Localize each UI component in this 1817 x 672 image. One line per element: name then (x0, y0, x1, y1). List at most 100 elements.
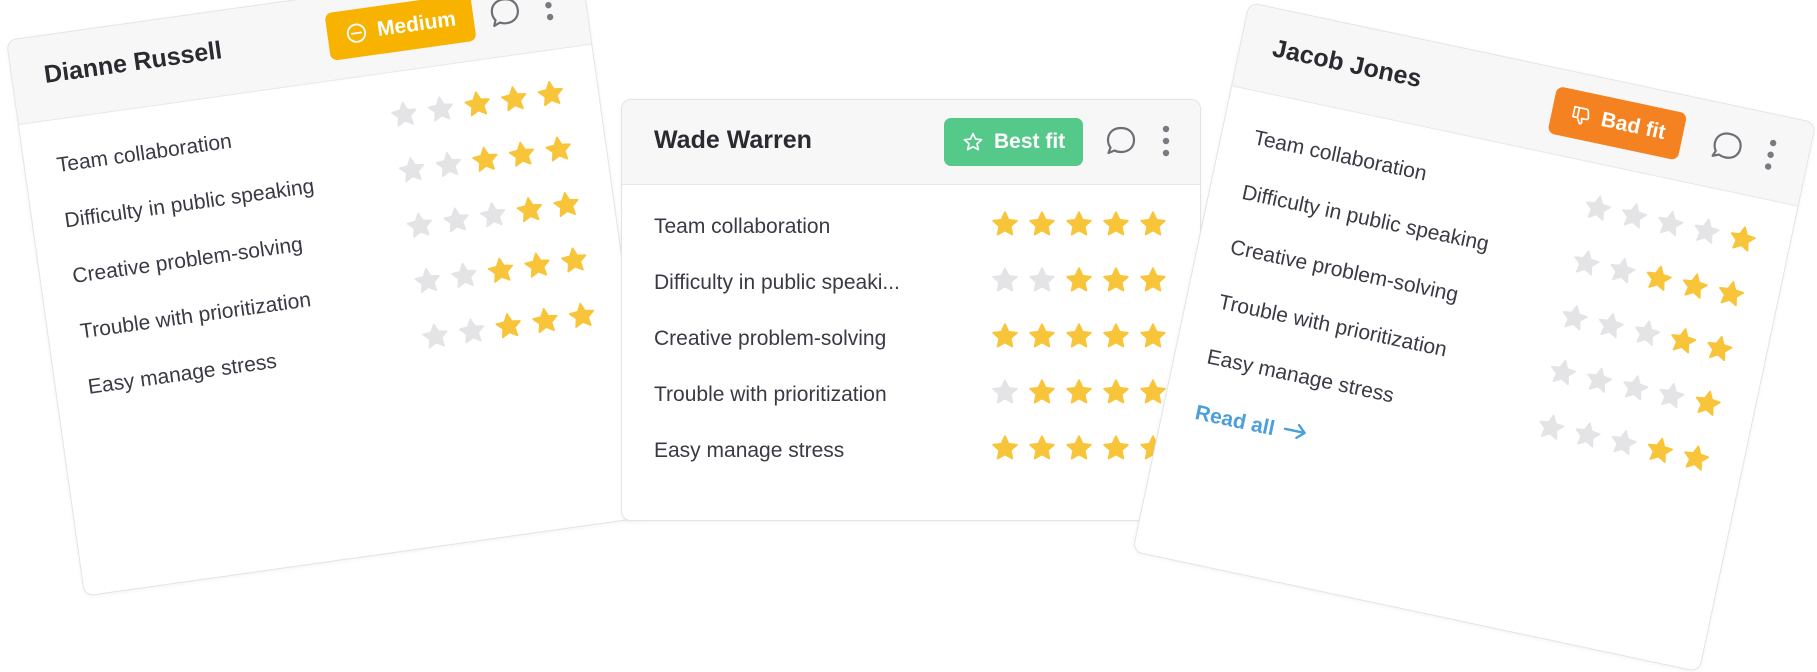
star-empty-icon[interactable] (1654, 378, 1690, 414)
star-empty-icon[interactable] (455, 314, 489, 348)
more-options-icon[interactable] (1760, 136, 1781, 174)
criteria-list: Team collaboration Difficulty in public s… (622, 185, 1200, 489)
fit-badge-best-fit[interactable]: Best fit (944, 118, 1084, 166)
card-header: Wade Warren Best fit (622, 100, 1200, 185)
criteria-label: Difficulty in public speaki... (654, 271, 900, 294)
star-rating[interactable] (387, 77, 567, 131)
star-filled-icon[interactable] (1027, 377, 1057, 407)
star-empty-icon[interactable] (1533, 409, 1569, 445)
star-filled-icon[interactable] (1027, 209, 1057, 239)
star-empty-icon[interactable] (1616, 198, 1652, 234)
star-filled-icon[interactable] (1678, 440, 1714, 476)
star-empty-icon[interactable] (1629, 315, 1665, 351)
star-empty-icon[interactable] (1652, 206, 1688, 242)
star-empty-icon[interactable] (411, 264, 445, 298)
star-empty-icon[interactable] (1027, 265, 1057, 295)
star-empty-icon[interactable] (403, 208, 437, 242)
star-rating[interactable] (990, 377, 1168, 407)
star-filled-icon[interactable] (528, 304, 562, 338)
star-empty-icon[interactable] (1581, 362, 1617, 398)
star-filled-icon[interactable] (1101, 377, 1131, 407)
star-rating[interactable] (990, 265, 1168, 295)
fit-badge-medium[interactable]: Medium (324, 0, 477, 61)
star-filled-icon[interactable] (1138, 321, 1168, 351)
star-filled-icon[interactable] (468, 143, 502, 177)
star-empty-icon[interactable] (440, 203, 474, 237)
criteria-label: Creative problem-solving (654, 327, 887, 350)
fit-badge-bad-fit[interactable]: Bad fit (1547, 85, 1688, 161)
star-empty-icon[interactable] (1570, 417, 1606, 453)
star-empty-icon[interactable] (432, 148, 466, 182)
star-filled-icon[interactable] (1665, 323, 1701, 359)
criteria-label: Team collaboration (654, 215, 831, 238)
star-empty-icon[interactable] (476, 198, 510, 232)
star-filled-icon[interactable] (542, 132, 576, 166)
star-empty-icon[interactable] (1580, 190, 1616, 226)
star-filled-icon[interactable] (1027, 433, 1057, 463)
star-filled-icon[interactable] (1701, 331, 1737, 367)
star-empty-icon[interactable] (1568, 245, 1604, 281)
comment-icon[interactable] (486, 0, 524, 31)
star-filled-icon[interactable] (534, 77, 568, 111)
star-filled-icon[interactable] (549, 188, 583, 222)
star-empty-icon[interactable] (387, 97, 421, 131)
star-filled-icon[interactable] (1101, 209, 1131, 239)
candidate-name: Wade Warren (654, 126, 812, 154)
star-filled-icon[interactable] (1101, 265, 1131, 295)
star-rating[interactable] (990, 209, 1168, 239)
star-filled-icon[interactable] (1677, 268, 1713, 304)
star-filled-icon[interactable] (990, 321, 1020, 351)
star-empty-icon[interactable] (424, 92, 458, 126)
star-filled-icon[interactable] (484, 253, 518, 287)
star-filled-icon[interactable] (1713, 276, 1749, 312)
star-empty-icon[interactable] (418, 319, 452, 353)
star-empty-icon[interactable] (1689, 213, 1725, 249)
star-filled-icon[interactable] (1064, 377, 1094, 407)
star-filled-icon[interactable] (492, 309, 526, 343)
star-filled-icon[interactable] (521, 248, 555, 282)
star-filled-icon[interactable] (1725, 221, 1761, 257)
comment-icon[interactable] (1104, 124, 1138, 158)
candidate-card: Jacob Jones Bad fit Team collaboration Di… (1132, 2, 1817, 672)
star-rating[interactable] (1580, 190, 1760, 256)
more-options-icon[interactable] (539, 0, 558, 24)
star-filled-icon[interactable] (1064, 321, 1094, 351)
star-filled-icon[interactable] (1642, 432, 1678, 468)
more-options-icon[interactable] (1159, 123, 1173, 159)
star-filled-icon[interactable] (557, 243, 591, 277)
star-rating[interactable] (990, 321, 1168, 351)
star-filled-icon[interactable] (497, 82, 531, 116)
star-empty-icon[interactable] (395, 153, 429, 187)
criteria-row: Creative problem-solving (622, 321, 1200, 377)
star-empty-icon[interactable] (447, 259, 481, 293)
star-empty-icon[interactable] (1557, 300, 1593, 336)
star-filled-icon[interactable] (1138, 265, 1168, 295)
star-filled-icon[interactable] (1641, 260, 1677, 296)
star-filled-icon[interactable] (505, 137, 539, 171)
star-filled-icon[interactable] (1064, 209, 1094, 239)
star-filled-icon[interactable] (1101, 321, 1131, 351)
star-empty-icon[interactable] (1606, 425, 1642, 461)
star-empty-icon[interactable] (1605, 253, 1641, 289)
star-empty-icon[interactable] (1545, 355, 1581, 391)
star-rating[interactable] (990, 433, 1168, 463)
arrow-right-icon (1280, 420, 1310, 449)
star-filled-icon[interactable] (1690, 385, 1726, 421)
badge-label: Medium (375, 7, 458, 42)
star-empty-icon[interactable] (1617, 370, 1653, 406)
star-filled-icon[interactable] (513, 193, 547, 227)
star-filled-icon[interactable] (1064, 433, 1094, 463)
star-filled-icon[interactable] (461, 87, 495, 121)
star-filled-icon[interactable] (1027, 321, 1057, 351)
star-filled-icon[interactable] (1101, 433, 1131, 463)
star-filled-icon[interactable] (565, 299, 599, 333)
star-empty-icon[interactable] (990, 265, 1020, 295)
comment-icon[interactable] (1707, 126, 1747, 166)
star-filled-icon[interactable] (990, 209, 1020, 239)
badge-label: Bad fit (1598, 108, 1668, 145)
star-empty-icon[interactable] (1593, 307, 1629, 343)
star-empty-icon[interactable] (990, 377, 1020, 407)
star-filled-icon[interactable] (990, 433, 1020, 463)
star-filled-icon[interactable] (1064, 265, 1094, 295)
star-filled-icon[interactable] (1138, 209, 1168, 239)
